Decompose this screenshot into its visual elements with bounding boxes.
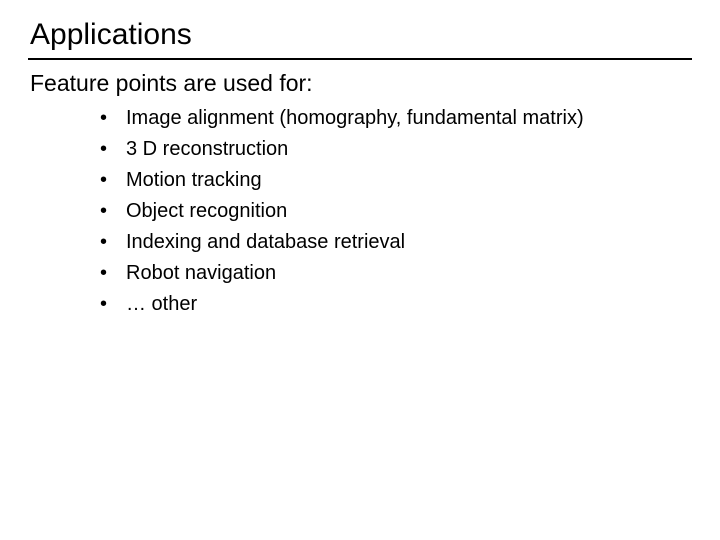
- slide-title: Applications: [30, 18, 692, 52]
- list-item: Object recognition: [100, 198, 646, 225]
- list-item: 3 D reconstruction: [100, 136, 646, 163]
- list-item: Robot navigation: [100, 260, 646, 287]
- list-item: … other: [100, 291, 646, 318]
- list-item: Motion tracking: [100, 167, 646, 194]
- slide: Applications Feature points are used for…: [0, 0, 720, 540]
- list-item: Indexing and database retrieval: [100, 229, 646, 256]
- title-rule: [28, 58, 692, 60]
- bullet-list: Image alignment (homography, fundamental…: [28, 105, 692, 318]
- intro-text: Feature points are used for:: [30, 70, 692, 97]
- list-item: Image alignment (homography, fundamental…: [100, 105, 646, 132]
